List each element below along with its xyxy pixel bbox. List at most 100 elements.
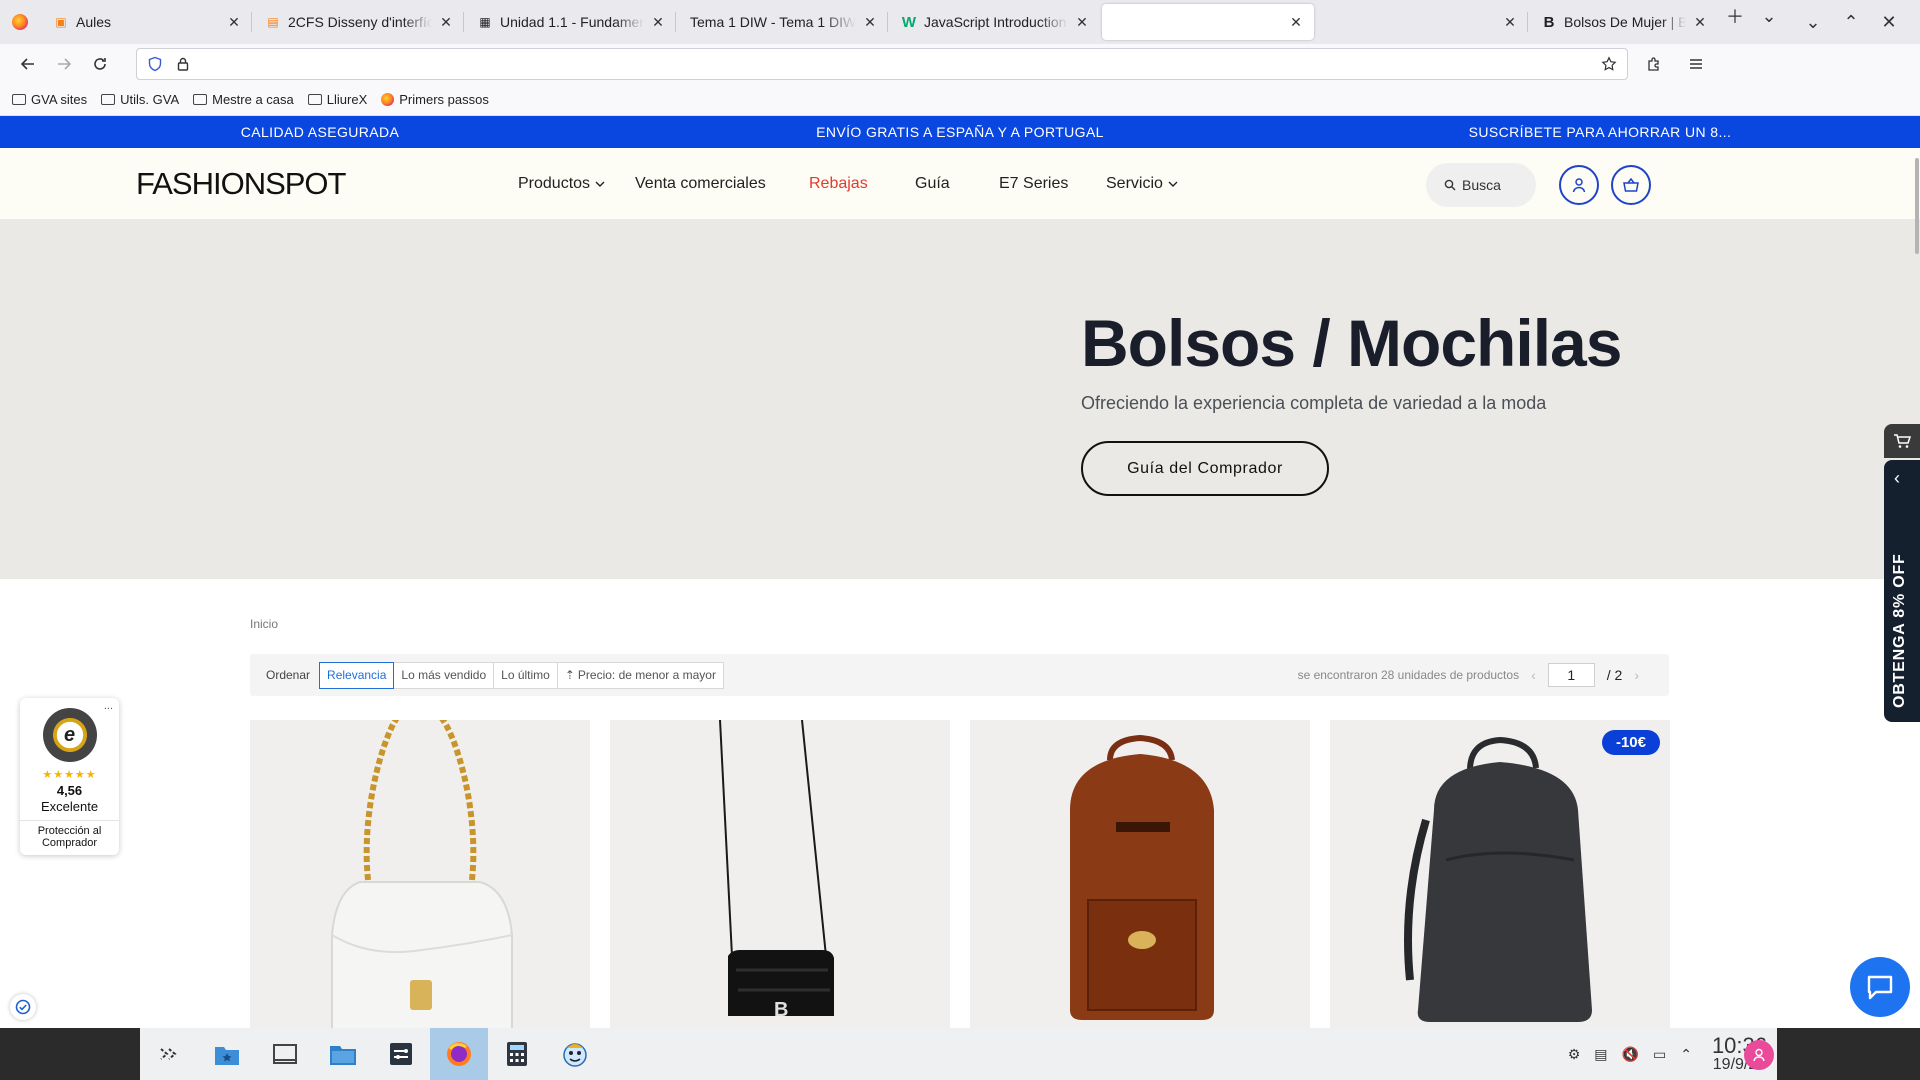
close-icon[interactable]: ✕: [1502, 14, 1518, 30]
volume-muted-icon[interactable]: 🔇: [1622, 1046, 1639, 1063]
tab-title: Unidad 1.1 - Fundamentos: [500, 14, 644, 30]
trusted-shops-badge[interactable]: ... e ★★★★★ 4,56 Excelente Protección al…: [20, 698, 119, 855]
nav-label: E7 Series: [999, 174, 1069, 192]
back-button[interactable]: [10, 48, 46, 80]
chat-button[interactable]: [1850, 957, 1910, 1017]
tab-blank[interactable]: ✕: [1316, 0, 1528, 44]
tab-bolsos[interactable]: B Bolsos De Mujer | Bolsos ✕: [1528, 0, 1718, 44]
firefox-menu-button[interactable]: [0, 0, 40, 44]
sort-relevance[interactable]: Relevancia: [319, 661, 395, 689]
breadcrumb[interactable]: Inicio: [250, 617, 278, 631]
search-icon: [1444, 179, 1456, 191]
nav-venta-comerciales[interactable]: Venta comerciales: [635, 175, 766, 193]
page-scrollbar[interactable]: [1914, 122, 1920, 1022]
announcement-shipping[interactable]: ENVÍO GRATIS A ESPAÑA Y A PORTUGAL: [640, 124, 1280, 140]
site-logo[interactable]: FASHIONSPOT: [136, 166, 346, 202]
taskbar-file-manager[interactable]: [314, 1028, 372, 1080]
product-card-black-bag[interactable]: B: [610, 720, 950, 1032]
tab-javascript[interactable]: W JavaScript Introduction ✕: [888, 0, 1100, 44]
search-input[interactable]: Busca: [1426, 163, 1536, 207]
account-button[interactable]: [1559, 165, 1599, 205]
product-card-grey-backpack[interactable]: -10€: [1330, 720, 1670, 1032]
taskbar-files-app[interactable]: [198, 1028, 256, 1080]
announcement-subscribe[interactable]: SUSCRÍBETE PARA AHORRAR UN 8...: [1280, 124, 1920, 140]
nav-guia[interactable]: Guía: [915, 175, 950, 193]
bookmark-utils-gva[interactable]: Utils. GVA: [101, 92, 179, 107]
clipboard-icon[interactable]: ▤: [1594, 1046, 1607, 1063]
taskbar-calculator[interactable]: [488, 1028, 546, 1080]
new-tab-button[interactable]: ＋: [1718, 0, 1752, 32]
taskbar-window-app[interactable]: [256, 1028, 314, 1080]
bookmark-label: Mestre a casa: [212, 92, 294, 107]
bookmark-star-icon[interactable]: [1601, 56, 1617, 72]
close-icon[interactable]: ✕: [1074, 14, 1090, 30]
product-card-white-bag[interactable]: [250, 720, 590, 1032]
settings-panel-icon: [390, 1043, 412, 1065]
results-pagination: se encontraron 28 unidades de productos …: [1298, 654, 1639, 696]
close-icon[interactable]: ✕: [226, 14, 242, 30]
reload-button[interactable]: [82, 48, 118, 80]
taskbar: ⚙ ▤ 🔇 ▭ ⌃ 10:36 19/9/23: [140, 1028, 1777, 1080]
close-icon[interactable]: ✕: [650, 14, 666, 30]
nav-productos[interactable]: Productos: [518, 175, 606, 193]
user-avatar[interactable]: [1744, 1040, 1774, 1070]
taskbar-firefox[interactable]: [430, 1028, 488, 1080]
document-icon: ▦: [479, 15, 491, 29]
nav-e7-series[interactable]: E7 Series: [999, 175, 1068, 193]
bookmark-mestre-a-casa[interactable]: Mestre a casa: [193, 92, 294, 107]
url-bar[interactable]: [136, 48, 1628, 80]
folder-icon: [307, 94, 322, 105]
tab-aules[interactable]: ▣ Aules ✕: [40, 0, 252, 44]
verification-badge[interactable]: [10, 994, 36, 1020]
nav-servicio[interactable]: Servicio: [1106, 175, 1179, 193]
page-number-input[interactable]: 1: [1547, 663, 1595, 687]
nav-label: Productos: [518, 174, 591, 192]
buyers-guide-button[interactable]: Guía del Comprador: [1081, 441, 1329, 496]
tab-unidad[interactable]: ▦ Unidad 1.1 - Fundamentos ✕: [464, 0, 676, 44]
next-page-icon[interactable]: ›: [1634, 667, 1639, 683]
sort-best-selling[interactable]: Lo más vendido: [393, 661, 495, 689]
search-placeholder: Busca: [1462, 177, 1501, 193]
sort-newest[interactable]: Lo último: [493, 661, 558, 689]
close-window-button[interactable]: ✕: [1872, 6, 1906, 38]
tab-tema[interactable]: Tema 1 DIW - Tema 1 DIW.pdf ✕: [676, 0, 888, 44]
announcement-quality[interactable]: CALIDAD ASEGURADA: [0, 124, 640, 140]
close-icon[interactable]: ✕: [1288, 14, 1304, 30]
sort-option-label: Precio: de menor a mayor: [577, 668, 716, 682]
network-services-icon[interactable]: ⚙: [1568, 1046, 1581, 1063]
forward-arrow-icon: [58, 58, 72, 70]
extensions-button[interactable]: [1636, 48, 1672, 80]
list-tabs-button[interactable]: ⌄: [1752, 0, 1786, 32]
nav-rebajas[interactable]: Rebajas: [809, 175, 868, 193]
scrollbar-thumb[interactable]: [1915, 158, 1919, 254]
prev-page-icon[interactable]: ‹: [1531, 667, 1536, 683]
bookmark-lliurex[interactable]: LliureX: [307, 92, 367, 107]
chevron-down-icon: [1168, 181, 1178, 187]
close-icon[interactable]: ✕: [438, 14, 454, 30]
sort-price-asc[interactable]: ⇡ Precio: de menor a mayor: [556, 661, 724, 689]
tab-active-blank[interactable]: ✕: [1102, 4, 1314, 40]
more-options-icon[interactable]: ...: [104, 700, 113, 712]
lock-icon[interactable]: [175, 56, 191, 72]
bookmark-primers-passos[interactable]: Primers passos: [381, 92, 489, 107]
bookmark-gva-sites[interactable]: GVA sites: [12, 92, 87, 107]
app-menu-button[interactable]: [1678, 48, 1714, 80]
close-icon[interactable]: ✕: [862, 14, 878, 30]
launcher-icon: [160, 1048, 177, 1060]
app-launcher-button[interactable]: [140, 1028, 198, 1080]
cart-icon: [1894, 434, 1911, 448]
product-card-brown-backpack[interactable]: [970, 720, 1310, 1032]
minimize-button[interactable]: ⌄: [1796, 6, 1830, 38]
product-image-grey-backpack: [1404, 736, 1592, 1022]
tray-expand-icon[interactable]: ⌃: [1680, 1046, 1692, 1063]
display-icon[interactable]: ▭: [1653, 1046, 1666, 1063]
tab-title: JavaScript Introduction: [924, 14, 1067, 30]
shield-icon[interactable]: [147, 56, 163, 72]
forward-button[interactable]: [46, 48, 82, 80]
close-icon[interactable]: ✕: [1692, 14, 1708, 30]
taskbar-settings-app[interactable]: [372, 1028, 430, 1080]
taskbar-lliurex-app[interactable]: [546, 1028, 604, 1080]
cart-button[interactable]: [1611, 165, 1651, 205]
maximize-button[interactable]: ⌃: [1834, 6, 1868, 38]
tab-disseny[interactable]: ▤ 2CFS Disseny d'interfícies ✕: [252, 0, 464, 44]
